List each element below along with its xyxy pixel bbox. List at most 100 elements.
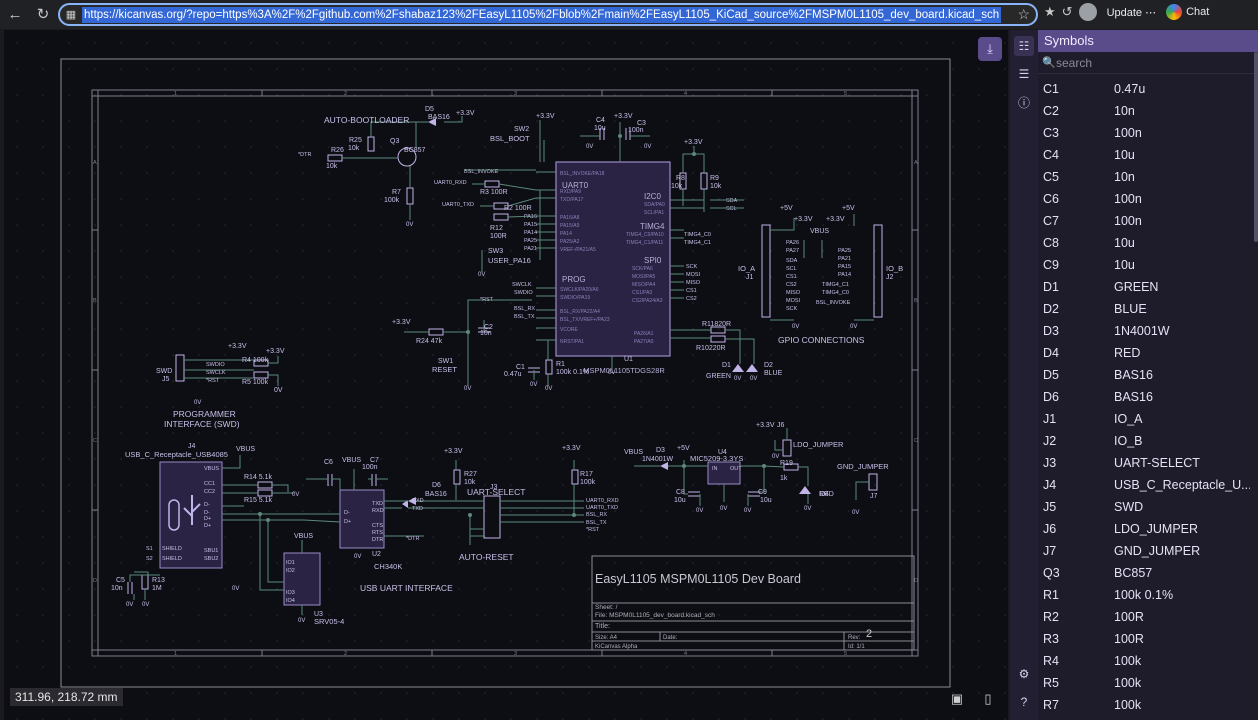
symbol-row[interactable]: R1 100k 0.1% [1038, 584, 1252, 606]
back-icon[interactable]: ← [2, 1, 28, 27]
symbol-ref: C8 [1043, 236, 1059, 250]
svg-text:R13: R13 [152, 577, 165, 584]
symbol-ref: D1 [1043, 280, 1059, 294]
symbols-tab-icon[interactable]: ☷ [1014, 36, 1034, 56]
svg-text:0V: 0V [850, 324, 857, 330]
svg-text:SBU1: SBU1 [204, 548, 218, 554]
svg-text:A: A [93, 160, 97, 166]
symbol-row[interactable]: C2 10n [1038, 100, 1252, 122]
symbol-row[interactable]: C5 10n [1038, 166, 1252, 188]
reset-label: RESET [432, 365, 457, 374]
svg-text:RXD: RXD [412, 498, 424, 504]
symbol-row[interactable]: J6 LDO_JUMPER [1038, 518, 1252, 540]
symbol-row[interactable]: J4 USB_C_Receptacle_U... [1038, 474, 1252, 496]
svg-text:0V: 0V [406, 222, 413, 228]
svg-text:D+: D+ [204, 523, 211, 529]
svg-text:C9: C9 [758, 489, 767, 496]
symbol-row[interactable]: R2 100R [1038, 606, 1252, 628]
symbol-row[interactable]: Q3 BC857 [1038, 562, 1252, 584]
schematic-canvas[interactable]: EasyL1105 MSPM0L1105 Dev Board Sheet: / … [4, 30, 1008, 720]
update-button[interactable]: Update ⋯ [1103, 4, 1161, 21]
download-icon[interactable]: ⤓ [978, 37, 1002, 61]
search-input[interactable] [1056, 55, 1246, 70]
svg-text:PA27: PA27 [786, 248, 799, 254]
chat-button[interactable]: Chat [1166, 4, 1209, 20]
site-info-icon[interactable]: ▦ [60, 5, 82, 24]
reload-icon[interactable]: ↻ [30, 1, 56, 27]
symbol-row[interactable]: C9 10u [1038, 254, 1252, 276]
symbol-row[interactable]: C8 10u [1038, 232, 1252, 254]
svg-text:SW1: SW1 [438, 358, 453, 365]
svg-text:B: B [914, 298, 918, 304]
panel-scrollbar[interactable] [1254, 52, 1258, 242]
help-icon[interactable]: ? [1014, 692, 1034, 712]
svg-text:U3: U3 [314, 611, 323, 618]
symbol-row[interactable]: D6 BAS16 [1038, 386, 1252, 408]
url-text[interactable]: https://kicanvas.org/?repo=https%3A%2F%2… [82, 6, 1002, 23]
history-icon[interactable]: ↺ [1062, 4, 1073, 20]
address-bar[interactable]: ▦ https://kicanvas.org/?repo=https%3A%2F… [58, 3, 1038, 26]
symbol-row[interactable]: J2 IO_B [1038, 430, 1252, 452]
symbol-row[interactable]: C4 10u [1038, 144, 1252, 166]
svg-text:SWCLK: SWCLK [206, 370, 226, 376]
svg-text:VBUS: VBUS [624, 449, 643, 456]
svg-text:TIMG4_C0/PA10: TIMG4_C0/PA10 [626, 232, 664, 238]
symbol-value: IO_B [1114, 434, 1143, 448]
symbol-value: 100k 0.1% [1114, 588, 1174, 602]
svg-text:SCL: SCL [726, 206, 737, 212]
svg-text:5: 5 [844, 91, 847, 97]
svg-text:MISO: MISO [686, 280, 701, 286]
symbol-value: 100k [1114, 676, 1142, 690]
symbol-ref: J1 [1043, 412, 1057, 426]
symbol-row[interactable]: J7 GND_JUMPER [1038, 540, 1252, 562]
symbol-row[interactable]: R7 100k [1038, 694, 1252, 716]
profile-avatar[interactable] [1078, 3, 1097, 21]
settings-gear-icon[interactable]: ⚙ [1014, 664, 1034, 684]
svg-text:B: B [93, 298, 97, 304]
symbol-row[interactable]: D5 BAS16 [1038, 364, 1252, 386]
symbol-row[interactable]: J1 IO_A [1038, 408, 1252, 430]
mcu-symbol[interactable]: MSPM0L1105TDGS28R UART0 I2C0 TIMG4 SPI0 … [434, 130, 738, 375]
info-tab-icon[interactable]: ⓘ [1014, 92, 1034, 112]
symbol-row[interactable]: C7 100n [1038, 210, 1252, 232]
bookmark-star-icon[interactable]: ☆ [1017, 6, 1030, 23]
favorites-icon[interactable]: ★ [1044, 4, 1056, 20]
svg-text:R2 100R: R2 100R [504, 205, 532, 212]
svg-text:+3.3V: +3.3V [614, 113, 633, 120]
svg-text:D-: D- [344, 510, 350, 516]
symbol-row[interactable]: D3 1N4001W [1038, 320, 1252, 342]
svg-text:R27: R27 [464, 471, 477, 478]
symbol-row[interactable]: D2 BLUE [1038, 298, 1252, 320]
symbol-row[interactable]: D1 GREEN [1038, 276, 1252, 298]
svg-text:+3.3V: +3.3V [684, 139, 703, 146]
svg-text:100k: 100k [580, 479, 596, 486]
svg-text:VBUS: VBUS [204, 466, 219, 472]
page-icon[interactable]: ▯ [977, 688, 999, 710]
svg-text:J5: J5 [162, 376, 170, 383]
svg-text:R7: R7 [392, 189, 401, 196]
symbol-row[interactable]: C1 0.47u [1038, 78, 1252, 100]
svg-text:0V: 0V [696, 508, 703, 514]
svg-text:C7: C7 [370, 457, 379, 464]
symbol-row[interactable]: C6 100n [1038, 188, 1252, 210]
list-tab-icon[interactable]: ☰ [1014, 64, 1034, 84]
symbol-row[interactable]: R3 100R [1038, 628, 1252, 650]
zoom-fit-icon[interactable]: ▣ [946, 688, 968, 710]
svg-text:SHIELD: SHIELD [162, 556, 182, 562]
symbol-row[interactable]: C3 100n [1038, 122, 1252, 144]
symbol-value: 10u [1114, 236, 1135, 250]
symbol-ref: C2 [1043, 104, 1059, 118]
symbol-value: 100n [1114, 214, 1142, 228]
io-b-label: IO_B [886, 264, 903, 273]
schematic-drawing: EasyL1105 MSPM0L1105 Dev Board Sheet: / … [60, 58, 951, 688]
symbol-row[interactable]: J3 UART-SELECT [1038, 452, 1252, 474]
svg-text:R1: R1 [556, 361, 565, 368]
svg-text:R19: R19 [780, 460, 793, 467]
symbol-row[interactable]: R5 100k [1038, 672, 1252, 694]
symbol-row[interactable]: J5 SWD [1038, 496, 1252, 518]
svg-text:0V: 0V [734, 376, 741, 382]
svg-text:PA14: PA14 [838, 272, 851, 278]
symbol-row[interactable]: D4 RED [1038, 342, 1252, 364]
symbol-row[interactable]: R4 100k [1038, 650, 1252, 672]
symbol-value: 10u [1114, 258, 1135, 272]
